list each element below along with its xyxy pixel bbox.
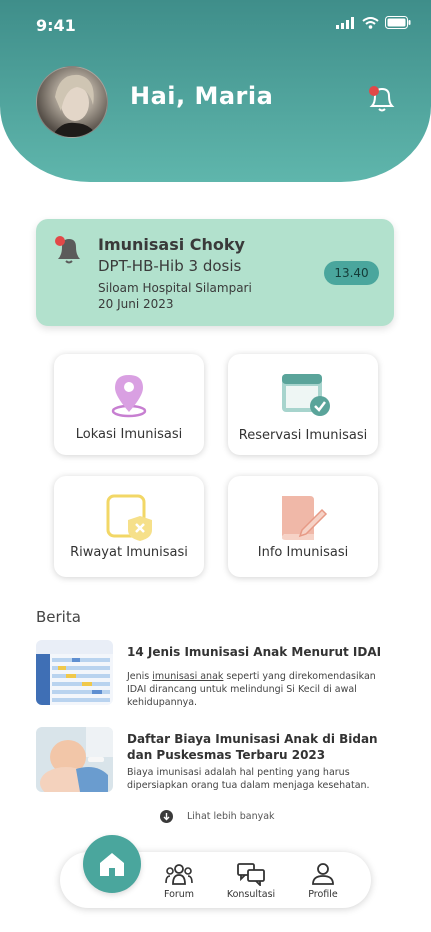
baby-immunization-image (36, 727, 113, 792)
news-desc-text: Jenis (127, 671, 153, 682)
chat-bubbles-icon (237, 863, 265, 886)
info-imunisasi-card[interactable]: Info Imunisasi (228, 476, 378, 577)
reminder-date: 20 Juni 2023 (98, 297, 174, 311)
card-label: Riwayat Imunisasi (70, 545, 188, 560)
news-thumbnail (36, 727, 113, 792)
home-button[interactable] (83, 835, 141, 893)
reservasi-imunisasi-card[interactable]: Reservasi Imunisasi (228, 354, 378, 455)
greeting: Hai, Maria (130, 82, 274, 110)
home-icon (100, 853, 124, 876)
news-description: Jenis imunisasi anak seperti yang direko… (127, 670, 397, 709)
news-title: 14 Jenis Imunisasi Anak Menurut IDAI (127, 645, 382, 659)
see-more-link[interactable]: Lihat lebih banyak (160, 810, 275, 823)
nav-label: Konsultasi (226, 889, 276, 900)
news-title: Daftar Biaya Imunisasi Anak di Bidan dan… (127, 732, 378, 762)
reminder-time-badge: 13.40 (324, 261, 379, 285)
nav-profile[interactable]: Profile (293, 862, 353, 900)
see-more-label: Lihat lebih banyak (187, 811, 275, 822)
riwayat-imunisasi-card[interactable]: Riwayat Imunisasi (54, 476, 204, 577)
bell-icon (55, 236, 80, 264)
calendar-check-icon (282, 374, 330, 416)
card-label: Reservasi Imunisasi (238, 428, 368, 443)
reminder-location: Siloam Hospital Silampari (98, 281, 252, 295)
user-icon (312, 863, 334, 885)
status-icons (336, 16, 411, 29)
shield-x-icon (106, 494, 152, 541)
wifi-icon (362, 16, 379, 29)
book-pen-icon (282, 496, 328, 540)
news-item[interactable]: 14 Jenis Imunisasi Anak Menurut IDAI Jen… (36, 640, 396, 710)
avatar-photo (52, 74, 98, 137)
status-time: 9:41 (36, 16, 76, 35)
bell-icon (369, 86, 395, 112)
card-label: Info Imunisasi (257, 545, 349, 560)
lokasi-imunisasi-card[interactable]: Lokasi Imunisasi (54, 354, 204, 455)
reminder-title: Imunisasi Choky (98, 235, 245, 254)
location-pin-icon (111, 375, 147, 418)
card-label: Lokasi Imunisasi (75, 427, 183, 442)
notification-button[interactable] (366, 84, 398, 114)
nav-konsultasi[interactable]: Konsultasi (221, 862, 281, 900)
battery-icon (385, 16, 411, 29)
avatar[interactable] (36, 66, 108, 138)
news-description: Biaya imunisasi adalah hal penting yang … (127, 767, 370, 791)
nav-label: Forum (163, 889, 195, 900)
reminder-vaccine: DPT-HB-Hib 3 dosis (98, 257, 242, 275)
news-item[interactable]: Daftar Biaya Imunisasi Anak di Bidan dan… (36, 727, 396, 797)
news-desc-link[interactable]: imunisasi anak (152, 671, 223, 682)
news-heading: Berita (36, 608, 81, 626)
group-icon (165, 864, 193, 885)
arrow-down-circle-icon (160, 810, 173, 823)
nav-label: Profile (308, 889, 338, 900)
signal-icon (336, 16, 354, 29)
nav-forum[interactable]: Forum (149, 862, 209, 900)
schedule-table-image (36, 640, 113, 705)
news-thumbnail (36, 640, 113, 705)
